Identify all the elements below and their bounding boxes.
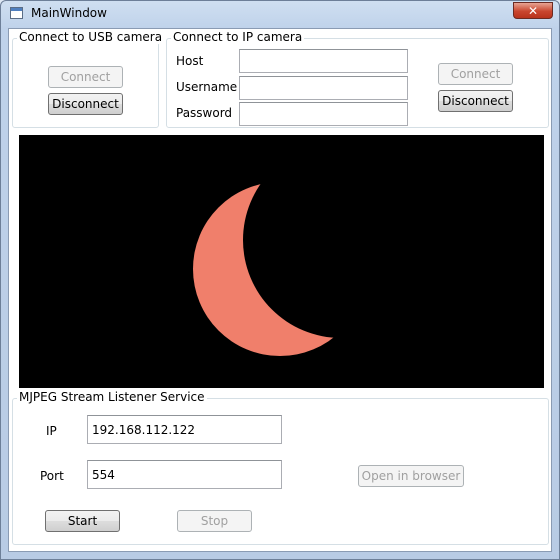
window-title: MainWindow bbox=[31, 6, 107, 20]
mjpeg-service-group-title: MJPEG Stream Listener Service bbox=[17, 390, 207, 404]
mjpeg-service-group: MJPEG Stream Listener Service IP Port Op… bbox=[12, 390, 549, 545]
host-label: Host bbox=[176, 54, 204, 68]
close-button[interactable]: ✕ bbox=[513, 2, 553, 19]
password-label: Password bbox=[176, 106, 233, 120]
ip-input[interactable] bbox=[87, 415, 282, 444]
ip-label: IP bbox=[46, 424, 57, 438]
title-bar[interactable]: MainWindow ✕ bbox=[1, 1, 559, 27]
username-input[interactable] bbox=[239, 76, 408, 100]
password-input[interactable] bbox=[239, 102, 408, 126]
stop-button[interactable]: Stop bbox=[177, 510, 252, 532]
video-image bbox=[19, 135, 544, 388]
ip-disconnect-button[interactable]: Disconnect bbox=[438, 90, 513, 112]
port-label: Port bbox=[40, 469, 64, 483]
ip-camera-group: Connect to IP camera Host Username Passw… bbox=[166, 30, 549, 128]
port-input[interactable] bbox=[87, 460, 282, 489]
client-area: Connect to USB camera Connect Disconnect… bbox=[8, 28, 552, 552]
window-icon bbox=[10, 7, 23, 19]
camera-video-frame bbox=[19, 135, 544, 388]
start-button[interactable]: Start bbox=[45, 510, 120, 532]
host-input[interactable] bbox=[239, 49, 408, 73]
usb-connect-button[interactable]: Connect bbox=[48, 66, 123, 88]
ip-connect-button[interactable]: Connect bbox=[438, 63, 513, 85]
partial-eclipse-sun bbox=[193, 182, 367, 356]
main-window: MainWindow ✕ Connect to USB camera Conne… bbox=[0, 0, 560, 560]
usb-disconnect-button[interactable]: Disconnect bbox=[48, 93, 123, 115]
username-label: Username bbox=[176, 80, 238, 94]
ip-camera-group-title: Connect to IP camera bbox=[171, 30, 305, 44]
usb-camera-group-title: Connect to USB camera bbox=[17, 30, 165, 44]
usb-camera-group: Connect to USB camera Connect Disconnect bbox=[12, 30, 165, 128]
open-in-browser-button[interactable]: Open in browser bbox=[358, 465, 464, 487]
